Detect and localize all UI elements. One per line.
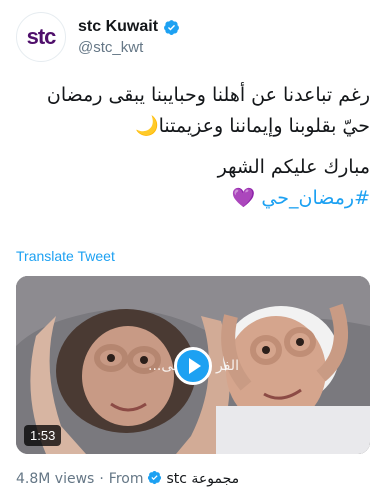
hashtag-link[interactable]: #رمضان_حي [261,187,370,209]
display-name-row: stc Kuwait [78,18,180,36]
display-name[interactable]: stc Kuwait [78,18,158,36]
source-name[interactable]: stc مجموعة [147,470,239,487]
purple-heart-emoji: 💜 [231,187,256,209]
video-overlay-text-right: الفر [216,358,239,374]
play-button[interactable] [174,347,212,385]
tweet-line-2: حيّ بقلوبنا وإيماننا وعزيمتنا🌙 [134,115,370,137]
user-names: stc Kuwait @stc_kwt [78,18,180,56]
user-handle[interactable]: @stc_kwt [78,39,180,56]
separator-dot: · [99,470,104,487]
verified-badge-icon [164,19,179,35]
from-label: From [108,470,144,487]
play-icon [189,358,201,374]
avatar[interactable]: stc [16,12,66,62]
tweet-hashtag-line: #رمضان_حي 💜 [16,183,370,214]
verified-badge-icon [148,470,162,485]
translate-tweet-link[interactable]: Translate Tweet [16,248,115,264]
source-label: stc مجموعة [166,471,240,487]
tweet-line-1: رغم تباعدنا عن أهلنا وحبايبنا يبقى رمضان [46,84,370,106]
tweet-line-3: مبارك عليكم الشهر [217,156,370,178]
tweet-header: stc stc Kuwait @stc_kwt [16,12,180,62]
view-count: 4.8M views [16,470,95,487]
video-player[interactable]: ...بقى الفر 1:53 [16,276,370,454]
video-duration: 1:53 [24,425,62,446]
tweet-footer: 4.8M views · From stc مجموعة [16,470,239,488]
tweet-text: رغم تباعدنا عن أهلنا وحبايبنا يبقى رمضان… [16,80,370,214]
avatar-logo-text: stc [26,24,57,49]
